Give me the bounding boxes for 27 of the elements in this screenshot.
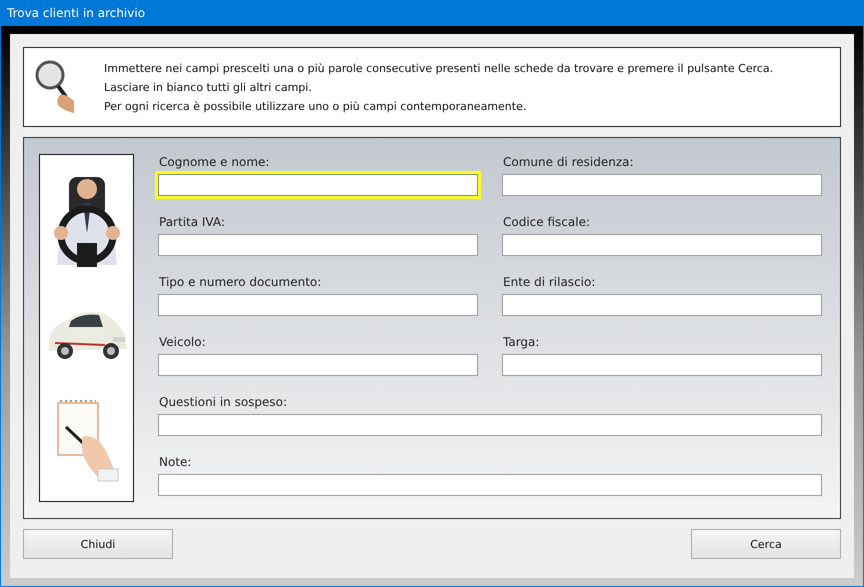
field-label: Tipo e numero documento:: [159, 274, 322, 290]
field-label: Questioni in sospeso:: [159, 394, 288, 410]
instruction-text: Per ogni ricerca è possibile utilizzare uno o più campi contemporaneamente.: [104, 98, 528, 114]
field-label: Targa:: [503, 334, 540, 350]
input-field[interactable]: [158, 234, 478, 256]
instruction-text: Lasciare in bianco tutti gli altri campi.: [104, 80, 313, 96]
field-label: Partita IVA:: [159, 214, 226, 230]
input-field[interactable]: [158, 174, 478, 196]
field-label: Note:: [159, 454, 192, 470]
instruction-text: Immettere nei campi prescelti una o più parole consecutive presenti nelle schede da trovare e premere il pulsante Cerca.: [104, 60, 774, 76]
field-label: Veicolo:: [159, 334, 207, 350]
field-label: Comune di residenza:: [503, 154, 635, 170]
input-field[interactable]: [502, 174, 822, 196]
field-label: Cognome e nome:: [159, 154, 270, 170]
field-label: Codice fiscale:: [503, 214, 591, 230]
input-field[interactable]: [158, 474, 822, 496]
input-field[interactable]: [502, 354, 822, 376]
action-button[interactable]: Cerca: [691, 529, 841, 559]
magnifier-icon: [34, 59, 74, 115]
input-field[interactable]: [502, 294, 822, 316]
input-field[interactable]: [158, 354, 478, 376]
action-button[interactable]: Chiudi: [23, 529, 173, 559]
field-label: Ente di rilascio:: [503, 274, 596, 290]
input-field[interactable]: [502, 234, 822, 256]
window-title: Trova clienti in archivio: [7, 6, 146, 20]
input-field[interactable]: [158, 414, 822, 436]
input-field[interactable]: [158, 294, 478, 316]
